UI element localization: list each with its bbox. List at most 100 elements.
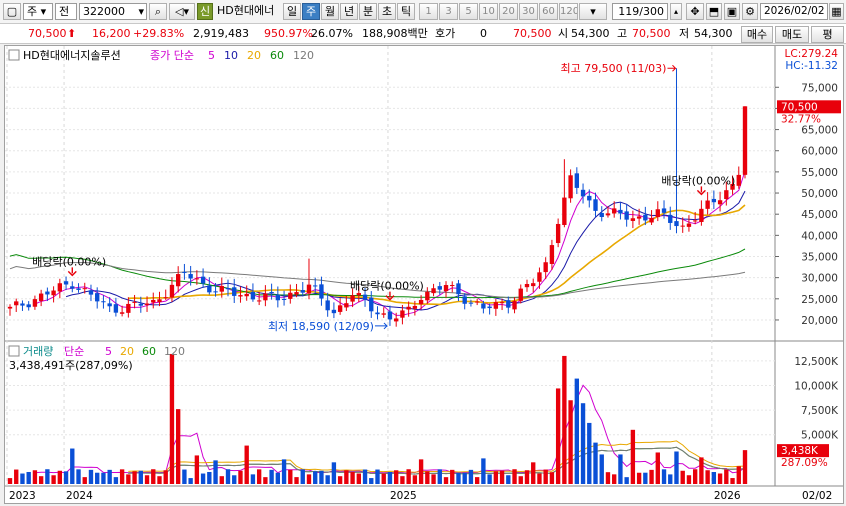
volume-bar bbox=[26, 471, 31, 484]
volume-bar bbox=[742, 450, 748, 484]
stock-code-input[interactable]: 322000 ▾ bbox=[79, 3, 147, 20]
volume-bar bbox=[443, 477, 449, 484]
candle-body bbox=[319, 284, 324, 299]
volume-bar bbox=[169, 353, 175, 484]
current-price-label: 70,500 bbox=[781, 101, 818, 113]
volume-bar bbox=[194, 455, 200, 484]
volume-panel-menu-icon bbox=[8, 345, 20, 357]
calendar-icon[interactable]: ▦ bbox=[829, 3, 844, 20]
search-icon[interactable]: ⌕ bbox=[149, 3, 167, 20]
volume-bar bbox=[574, 378, 580, 484]
current-volume-label: 3,438K bbox=[781, 445, 819, 457]
sell-button[interactable]: 매도 bbox=[775, 26, 809, 43]
tab-minute-3[interactable]: 10 bbox=[479, 3, 498, 20]
tab-period-1[interactable]: 주 bbox=[302, 3, 320, 20]
candle-body bbox=[256, 300, 262, 302]
price-tick-label: 25,000 bbox=[801, 294, 838, 306]
volume-legend-period: 20 bbox=[120, 345, 134, 358]
current-volume-pct-label: 287.09% bbox=[781, 457, 828, 469]
tab-period-6[interactable]: 틱 bbox=[397, 3, 415, 20]
candle-body bbox=[95, 293, 100, 302]
tab-period-5[interactable]: 초 bbox=[378, 3, 396, 20]
tab-minute-7[interactable]: 120 bbox=[559, 3, 578, 20]
candle-body bbox=[605, 213, 611, 216]
trade-amount: 188,908백만 bbox=[362, 27, 428, 40]
export-icon[interactable]: ⬒ bbox=[706, 3, 722, 20]
candle-body bbox=[394, 318, 399, 322]
tab-minute-5[interactable]: 30 bbox=[519, 3, 538, 20]
candle-body bbox=[736, 174, 741, 186]
volume-bar bbox=[225, 469, 231, 484]
candle-body bbox=[599, 212, 604, 217]
candle-body bbox=[344, 303, 349, 308]
candle-body bbox=[574, 173, 580, 188]
candle-body bbox=[76, 288, 81, 290]
candle-body bbox=[20, 303, 25, 306]
mode-label: 전 bbox=[59, 5, 70, 18]
dividend-arrow-icon bbox=[67, 267, 77, 277]
volume-bar bbox=[101, 472, 106, 484]
volume-legend-period: 60 bbox=[142, 345, 156, 358]
volume-bar bbox=[655, 452, 660, 484]
minute-dropdown[interactable]: ▾ bbox=[579, 3, 607, 20]
tab-period-2[interactable]: 월 bbox=[321, 3, 339, 20]
volume-bar bbox=[57, 470, 63, 484]
tab-period-4[interactable]: 분 bbox=[359, 3, 377, 20]
volume-bar bbox=[643, 472, 648, 484]
volume-bar bbox=[531, 462, 536, 484]
volume-bar bbox=[705, 470, 710, 484]
candle-body bbox=[369, 297, 374, 312]
tab-period-3[interactable]: 년 bbox=[340, 3, 358, 20]
candle-body bbox=[443, 285, 449, 292]
candle-body bbox=[182, 271, 187, 273]
count-stepper-icon[interactable]: ▴ bbox=[670, 3, 682, 20]
candle-body bbox=[63, 281, 69, 285]
candle-body bbox=[655, 209, 660, 218]
speaker-icon[interactable]: ◁▾ bbox=[169, 3, 195, 20]
candle-body bbox=[431, 288, 436, 294]
tab-minute-6[interactable]: 60 bbox=[539, 3, 558, 20]
volume-bar bbox=[82, 477, 87, 484]
buy-button[interactable]: 매수 bbox=[741, 26, 773, 43]
candle-body bbox=[200, 276, 206, 284]
turnover-rate: 26.07% bbox=[311, 27, 353, 40]
market-select[interactable]: 주 ▾ bbox=[23, 3, 53, 20]
volume-bar bbox=[493, 471, 499, 484]
crosshair-icon[interactable]: ✥ bbox=[686, 3, 704, 20]
eval-button[interactable]: 평 bbox=[811, 26, 844, 43]
tab-minute-0[interactable]: 1 bbox=[419, 3, 438, 20]
volume-bar bbox=[126, 474, 131, 484]
chart-area[interactable]: 20,000 25,000 30,000 35,000 40,000 45,000 50,0… bbox=[4, 45, 844, 504]
volume-bar bbox=[568, 400, 573, 484]
candle-body bbox=[70, 286, 75, 289]
candle-body bbox=[499, 302, 505, 304]
candle-body bbox=[400, 310, 405, 318]
volume-bar bbox=[107, 469, 112, 484]
tab-minute-1[interactable]: 3 bbox=[439, 3, 458, 20]
tab-minute-4[interactable]: 20 bbox=[499, 3, 518, 20]
volume-bar bbox=[381, 473, 386, 484]
gear-icon[interactable]: ⚙ bbox=[742, 3, 758, 20]
volume-bar bbox=[300, 469, 305, 484]
count-input[interactable]: 119/300 bbox=[612, 3, 668, 20]
window-icon[interactable]: ▢ bbox=[3, 3, 21, 20]
candle-body bbox=[101, 301, 106, 303]
date-input[interactable]: 2026/02/02 bbox=[760, 3, 828, 20]
volume-bar bbox=[250, 474, 256, 484]
volume-bar bbox=[232, 475, 237, 484]
candle-body bbox=[543, 262, 548, 273]
candle-body bbox=[512, 301, 517, 310]
volume-bar bbox=[213, 460, 218, 484]
candle-body bbox=[269, 292, 274, 294]
candle-body bbox=[325, 300, 330, 311]
candle-body bbox=[132, 301, 137, 303]
dividend-annotation: 배당락(0.00%) bbox=[661, 174, 735, 187]
tab-period-0[interactable]: 일 bbox=[283, 3, 301, 20]
mode-select[interactable]: 전 bbox=[55, 3, 77, 20]
quote-label: 호가 bbox=[435, 27, 456, 40]
volume-bar bbox=[151, 469, 156, 484]
current-price: 70,500 bbox=[28, 27, 67, 40]
tab-minute-2[interactable]: 5 bbox=[459, 3, 478, 20]
save-icon[interactable]: ▣ bbox=[724, 3, 740, 20]
stock-chart-svg[interactable]: 20,000 25,000 30,000 35,000 40,000 45,000 50,0… bbox=[5, 46, 843, 503]
